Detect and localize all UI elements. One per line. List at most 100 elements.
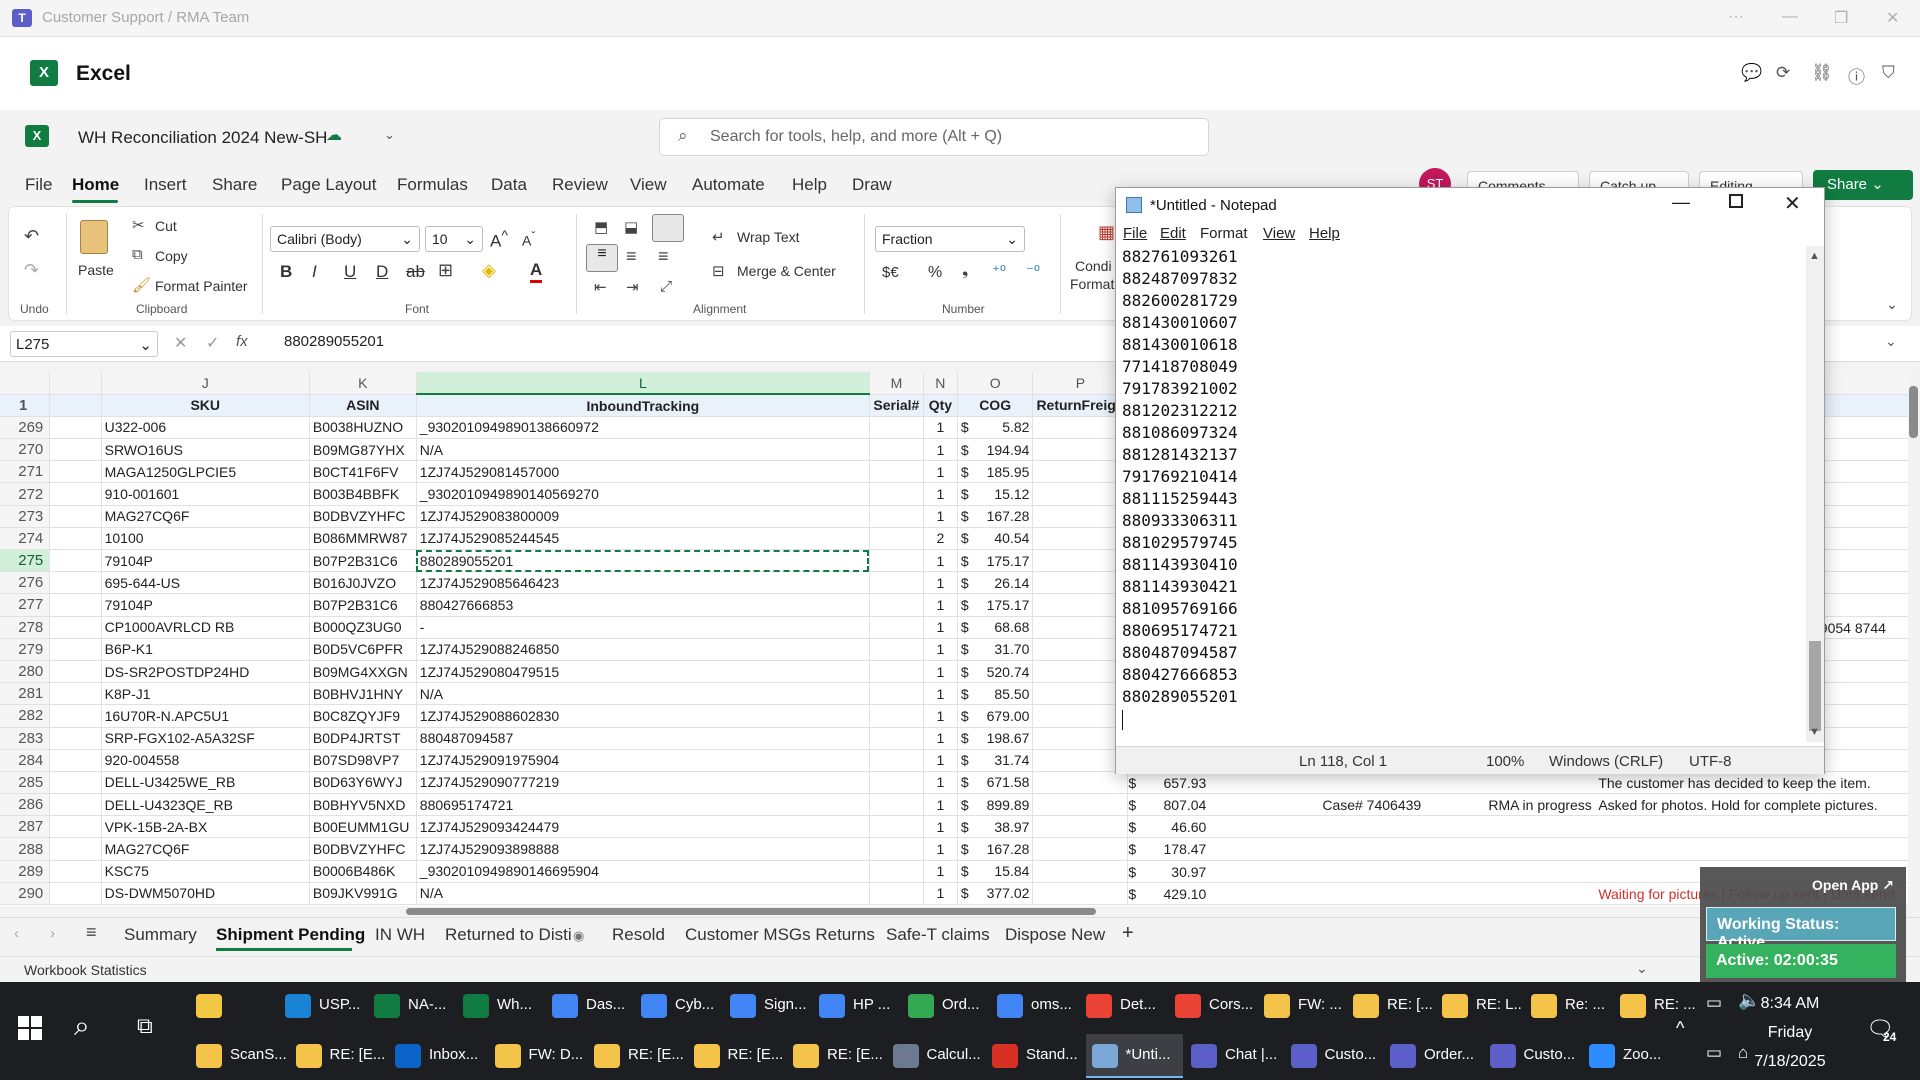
notepad-menu-help[interactable]: Help [1309, 225, 1340, 242]
cell-qty[interactable]: 1 [923, 660, 958, 684]
cell-serial[interactable] [869, 593, 924, 617]
taskbar-app-button[interactable]: Custo... [1285, 1034, 1383, 1078]
increase-indent-icon[interactable]: ⇥ [626, 278, 639, 296]
taskbar-app-button[interactable]: Chat |... [1185, 1034, 1283, 1078]
vertical-scrollbar[interactable] [1908, 362, 1920, 907]
cell-serial[interactable] [869, 771, 924, 795]
notepad-menu-format[interactable]: Format [1200, 225, 1248, 242]
row-number[interactable]: 281 [0, 682, 51, 706]
tab-home[interactable]: Home [72, 175, 119, 195]
header-cell[interactable] [49, 394, 102, 417]
cell-asin[interactable]: B0BHYV5NXD [309, 793, 417, 817]
font-name-dropdown[interactable]: Calibri (Body) ⌄ [270, 226, 420, 252]
cell-qty[interactable]: 1 [923, 505, 958, 528]
orientation-icon[interactable]: ⤢ [660, 278, 672, 295]
cell[interactable] [49, 505, 102, 528]
cell-inbound-tracking[interactable]: 1ZJ74J529093424479 [416, 815, 870, 839]
cell-inbound-tracking[interactable]: N/A [416, 682, 870, 706]
expand-formula-icon[interactable]: ⌄ [1885, 333, 1897, 350]
notepad-scroll-thumb[interactable] [1809, 641, 1821, 731]
cell-inbound-tracking[interactable]: 880289055201 [416, 549, 870, 573]
cell-cog[interactable]: $31.70 [957, 638, 1034, 661]
italic-icon[interactable]: I [312, 262, 317, 282]
battery-icon[interactable]: ▭ [1706, 993, 1722, 1013]
cell-sku[interactable]: DELL-U4323QE_RB [101, 793, 310, 817]
cell[interactable] [49, 682, 102, 706]
cell-cog[interactable]: $185.95 [957, 460, 1034, 484]
taskbar-app-button[interactable]: Sign... [724, 984, 811, 1028]
tab-help[interactable]: Help [792, 175, 827, 195]
header-cell-p[interactable]: ReturnFreigh [1032, 394, 1129, 417]
display-icon[interactable]: ▭ [1706, 1043, 1722, 1063]
cell-qty[interactable]: 1 [923, 749, 958, 772]
cell[interactable] [49, 549, 102, 573]
cell-sku[interactable]: 79104P [101, 549, 310, 573]
cell-return-freight[interactable] [1032, 727, 1129, 750]
cell-return-freight[interactable] [1032, 438, 1129, 462]
row-number[interactable]: 288 [0, 837, 51, 861]
align-left-icon[interactable]: ≡ [586, 244, 618, 272]
scroll-down-icon[interactable]: ▼ [1809, 726, 1820, 738]
cell-sku[interactable]: SRP-FGX102-A5A32SF [101, 727, 310, 750]
vertical-scroll-thumb[interactable] [1909, 386, 1918, 438]
currency-button[interactable]: $€ [882, 264, 899, 281]
cell-asin[interactable]: B07P2B31C6 [309, 593, 417, 617]
start-button[interactable] [18, 1016, 42, 1040]
cell[interactable] [49, 749, 102, 772]
cell-cog[interactable]: $175.17 [957, 549, 1034, 573]
cell-cog[interactable]: $194.94 [957, 438, 1034, 462]
tab-review[interactable]: Review [552, 175, 608, 195]
cell-sku[interactable]: CP1000AVRLCD RB [101, 616, 310, 639]
cell-sku[interactable]: B6P-K1 [101, 638, 310, 661]
cell-asin[interactable]: B016J0JVZO [309, 571, 417, 595]
cell-cog[interactable]: $15.84 [957, 860, 1034, 883]
column-header-n[interactable]: N [923, 372, 958, 395]
cell-serial[interactable] [869, 638, 924, 661]
notepad-menu-file[interactable]: File [1123, 225, 1147, 242]
header-cell-k[interactable]: ASIN [309, 394, 417, 417]
cell-serial[interactable] [869, 527, 924, 551]
cell-sku[interactable]: MAG27CQ6F [101, 505, 310, 528]
cell-asin[interactable]: B0DBVZYHFC [309, 505, 417, 528]
decrease-decimal-icon[interactable]: ⁻⁰ [1026, 262, 1040, 280]
cell-qty[interactable]: 1 [923, 438, 958, 462]
header-cell-l[interactable]: InboundTracking [416, 394, 870, 417]
cell-cog[interactable]: $671.58 [957, 771, 1034, 795]
cell-inbound-tracking[interactable]: 1ZJ74J529083800009 [416, 505, 870, 528]
cell-return-freight[interactable] [1032, 837, 1129, 861]
cell-qty[interactable]: 1 [923, 460, 958, 484]
wrap-text-button[interactable]: Wrap Text [737, 229, 800, 245]
row-number[interactable]: 277 [0, 593, 51, 617]
cell-sku[interactable]: U322-006 [101, 416, 310, 440]
cell[interactable] [49, 815, 102, 839]
cell-serial[interactable] [869, 482, 924, 506]
cell-inbound-tracking[interactable]: 1ZJ74J529088602830 [416, 704, 870, 728]
cell-cog[interactable]: $520.74 [957, 660, 1034, 684]
row-number[interactable]: 287 [0, 815, 51, 839]
cell-cog[interactable]: $40.54 [957, 527, 1034, 551]
cell-return-freight[interactable] [1032, 505, 1129, 528]
taskbar-app-button[interactable]: Wh... [457, 984, 544, 1028]
format-painter-icon[interactable]: 🖌 [132, 276, 151, 294]
notepad-menu-view[interactable]: View [1263, 225, 1295, 242]
cell-rest[interactable]: $657.93 The customer has decided to keep … [1127, 771, 1920, 795]
cell-rest[interactable]: $178.47 [1127, 837, 1920, 861]
cell-serial[interactable] [869, 727, 924, 750]
cell-return-freight[interactable] [1032, 482, 1129, 506]
sheet-tab-shipment-pending[interactable]: Shipment Pending [216, 925, 365, 945]
row-number[interactable]: 289 [0, 860, 51, 883]
tab-automate[interactable]: Automate [692, 175, 765, 195]
column-header-m[interactable]: M [869, 372, 924, 395]
cell-inbound-tracking[interactable]: N/A [416, 882, 870, 906]
cell-qty[interactable]: 1 [923, 638, 958, 661]
cell-qty[interactable]: 1 [923, 571, 958, 595]
row-number[interactable]: 275 [0, 549, 51, 573]
more-icon[interactable]: ··· [1728, 8, 1744, 26]
cell-return-freight[interactable] [1032, 416, 1129, 440]
cell-qty[interactable]: 1 [923, 727, 958, 750]
align-bottom-icon[interactable] [652, 214, 684, 242]
taskbar-app-button[interactable]: HP ... [813, 984, 900, 1028]
cell-return-freight[interactable] [1032, 793, 1129, 817]
cell[interactable] [49, 482, 102, 506]
cell-cog[interactable]: $31.74 [957, 749, 1034, 772]
